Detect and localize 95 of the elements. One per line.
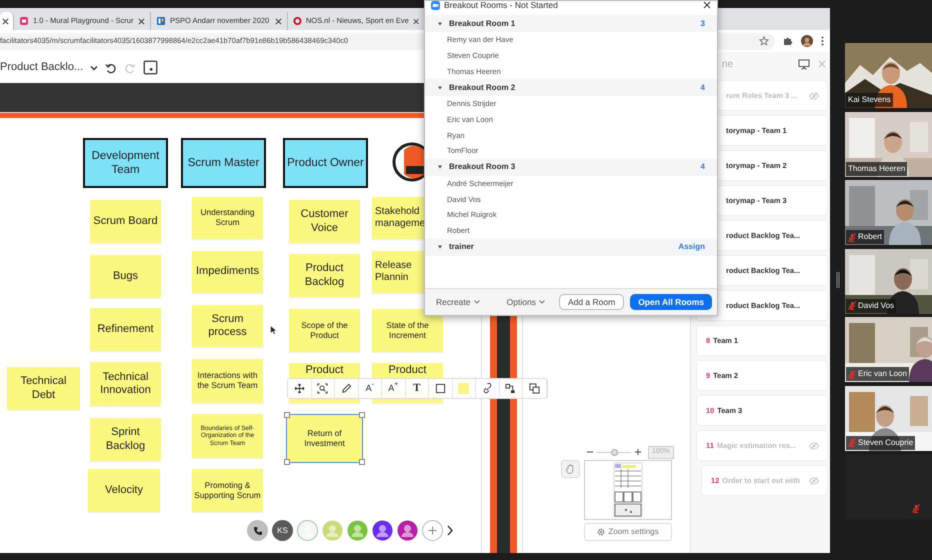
color-swatch[interactable] [458,383,470,394]
close-icon[interactable] [275,18,282,24]
dialog-title: Breakout Rooms - Not Started [444,0,559,12]
star-icon[interactable] [759,36,769,46]
cursor-icon [270,325,277,335]
zoom-settings-button[interactable]: Zoom settings [584,523,672,541]
board-title[interactable]: Product Backlo... [0,59,84,76]
caret-icon[interactable] [437,84,443,91]
sticky-note[interactable]: Bugs [90,255,161,298]
sticky-note[interactable]: Interactions with the Scrum Team [192,359,263,403]
action-button[interactable]: Open All Rooms [630,294,712,310]
participant-name: Kai Stevens [846,93,893,107]
participant-name: Robert [846,230,884,244]
sticky-note[interactable]: Understanding Scrum [192,197,263,239]
action-button[interactable]: Add a Room [558,294,624,310]
duplicate-icon[interactable] [528,383,540,394]
sticky-note[interactable]: Impediments [192,251,263,293]
sticky-note[interactable]: Product Backlog [289,254,360,297]
sticky-note[interactable]: Refinement [90,308,161,351]
avatar-icon[interactable] [372,520,393,541]
resize-handle[interactable] [284,412,290,418]
room-name: Breakout Room 2 [449,82,516,94]
sticky-note[interactable]: Technical Debt [7,367,80,410]
zoom-in-icon[interactable] [635,449,641,456]
caret-icon[interactable] [437,20,443,26]
undo-icon[interactable] [105,62,118,74]
sticky-note[interactable]: Scrum process [192,305,263,347]
hand-icon [566,464,575,474]
room-name: trainer [449,241,474,254]
zoom-out-icon[interactable] [587,449,593,456]
move-icon[interactable] [294,383,305,394]
sticky-note[interactable]: Return of Investment [287,415,362,462]
panel-title: ne [722,58,734,72]
role-header: Product Owner [283,138,368,188]
role-header: Development Team [83,138,168,188]
favicon-icon [293,16,302,26]
plus-icon [428,526,437,535]
connector-icon[interactable] [505,383,516,394]
role-header: Scrum Master [181,138,266,188]
caret-icon [474,300,480,304]
room-header[interactable]: Breakout Room 3 4 [425,158,717,176]
sticky-note[interactable]: Technical Innovation [90,362,161,406]
room-header[interactable]: Breakout Room 2 4 [425,79,717,96]
sticky-note[interactable]: Scope of the Product [289,309,360,352]
close-icon[interactable] [703,1,711,9]
resize-handle[interactable] [836,272,840,288]
participant-name: Steven Couprie [846,436,916,450]
phone-button[interactable] [247,520,268,541]
sticky-note[interactable]: Scrum Board [90,200,161,243]
caret-icon [538,300,545,304]
dropdown-button[interactable]: Recreate [436,294,480,310]
resize-handle[interactable] [284,459,290,465]
favicon-icon [156,16,166,26]
minimap[interactable] [584,460,672,520]
pencil-icon[interactable] [340,383,352,394]
caret-icon[interactable] [437,244,443,250]
dropdown-button[interactable]: Options [498,294,553,310]
sticky-note[interactable]: Customer Voice [289,200,360,243]
participant-name: Thomas Heeren [846,162,908,176]
participant-name: Eric van Loon [846,367,909,381]
favicon-icon [19,16,29,26]
member-count: 4 [700,82,705,94]
chevron-right-icon[interactable] [447,525,453,536]
avatar-icon[interactable] [397,520,418,541]
caret-icon[interactable] [437,164,443,170]
gear-icon [597,528,606,536]
member-count: 3 [700,18,705,30]
resize-handle[interactable] [359,412,365,418]
sticky-note[interactable]: State of the Increment [372,309,443,352]
room-name: Breakout Room 3 [449,161,516,174]
participant-name: David Vos [846,298,896,312]
frame-icon[interactable] [143,60,158,75]
close-icon[interactable] [138,18,145,24]
avatar-icon[interactable] [801,35,813,47]
link-icon[interactable] [482,383,493,394]
caret-icon[interactable] [90,64,98,70]
user-initials[interactable]: KS [272,520,293,541]
menu-icon[interactable] [821,36,824,46]
room-name: Breakout Room 1 [449,18,516,30]
square-icon[interactable] [434,383,446,394]
sticky-note[interactable]: Sprint Backlog [90,418,161,461]
room-header[interactable]: Breakout Room 1 3 [425,15,717,32]
sticky-note[interactable]: Promoting & Supporting Scrum [192,469,263,512]
close-icon[interactable] [2,18,9,24]
hand-button[interactable] [561,460,580,478]
close-icon[interactable] [412,18,419,24]
puzzle-icon[interactable] [783,36,793,46]
room-header[interactable]: trainer Assign [425,238,717,256]
phone-icon [252,526,262,536]
browser-tab[interactable] [0,12,14,30]
member-count: 4 [700,161,705,174]
sticky-note[interactable]: Velocity [88,469,160,512]
zoom-icon[interactable] [317,383,328,394]
presentation-icon[interactable] [798,58,810,70]
resize-handle[interactable] [359,459,365,465]
